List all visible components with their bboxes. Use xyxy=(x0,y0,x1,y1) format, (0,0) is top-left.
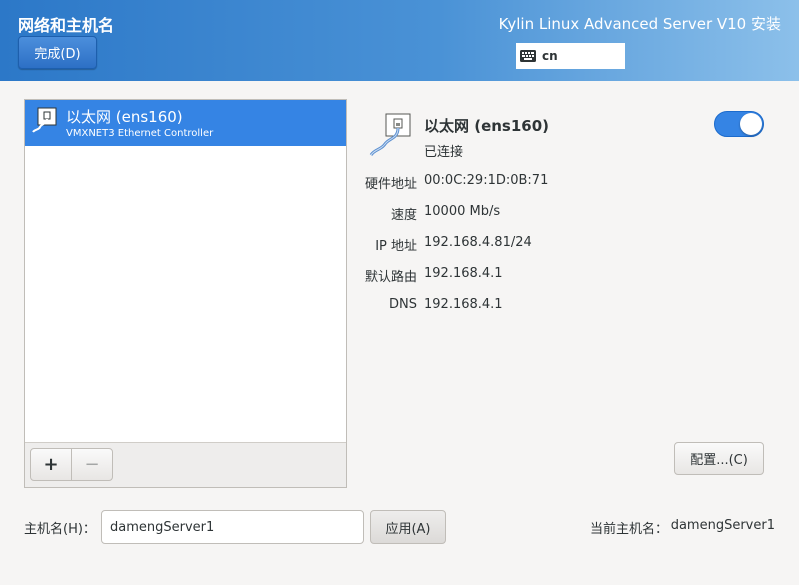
hostname-input[interactable] xyxy=(101,510,364,544)
hostname-label: 主机名(H)： xyxy=(24,522,96,537)
info-label: DNS xyxy=(389,297,417,312)
default-route-row: 默认路由 192.168.4.1 xyxy=(350,266,770,285)
page-title: 网络和主机名 xyxy=(18,16,115,35)
keyboard-icon xyxy=(520,50,536,62)
device-list-item[interactable]: 以太网 (ens160) VMXNET3 Ethernet Controller xyxy=(25,100,346,146)
info-label: IP 地址 xyxy=(375,239,417,254)
device-toolbar: + − xyxy=(25,442,346,487)
device-list-panel: 以太网 (ens160) VMXNET3 Ethernet Controller… xyxy=(24,99,347,488)
current-hostname-value: damengServer1 xyxy=(670,518,775,533)
hardware-address-row: 硬件地址 00:0C:29:1D:0B:71 xyxy=(350,173,770,192)
network-wired-icon xyxy=(32,107,57,133)
keyboard-layout-indicator[interactable]: cn xyxy=(516,43,625,69)
info-value: 192.168.4.1 xyxy=(424,297,503,312)
apply-button[interactable]: 应用(A) xyxy=(370,510,446,544)
connection-status: 已连接 xyxy=(424,145,464,160)
ip-address-row: IP 地址 192.168.4.81/24 xyxy=(350,235,770,254)
current-hostname-label: 当前主机名： xyxy=(590,522,669,537)
connection-toggle[interactable] xyxy=(714,111,764,137)
device-name: 以太网 (ens160) xyxy=(66,108,183,126)
configure-button[interactable]: 配置...(C) xyxy=(674,442,764,475)
info-value: 192.168.4.81/24 xyxy=(424,235,532,250)
dns-row: DNS 192.168.4.1 xyxy=(350,297,770,315)
toggle-knob xyxy=(740,113,762,135)
speed-row: 速度 10000 Mb/s xyxy=(350,204,770,223)
info-value: 00:0C:29:1D:0B:71 xyxy=(424,173,549,188)
product-title: Kylin Linux Advanced Server V10 安装 xyxy=(498,15,781,33)
info-label: 速度 xyxy=(390,208,417,223)
remove-device-button[interactable]: − xyxy=(71,448,113,481)
done-button[interactable]: 完成(D) xyxy=(18,36,97,69)
network-wired-icon xyxy=(369,113,411,156)
info-label: 默认路由 xyxy=(364,270,417,285)
info-label: 硬件地址 xyxy=(364,177,417,192)
header-bar: 网络和主机名 完成(D) Kylin Linux Advanced Server… xyxy=(0,0,799,81)
device-description: VMXNET3 Ethernet Controller xyxy=(66,128,214,139)
device-detail-name: 以太网 (ens160) xyxy=(424,117,550,135)
info-value: 192.168.4.1 xyxy=(424,266,503,281)
info-value: 10000 Mb/s xyxy=(424,204,501,219)
keyboard-layout-label: cn xyxy=(542,49,558,63)
add-device-button[interactable]: + xyxy=(30,448,72,481)
